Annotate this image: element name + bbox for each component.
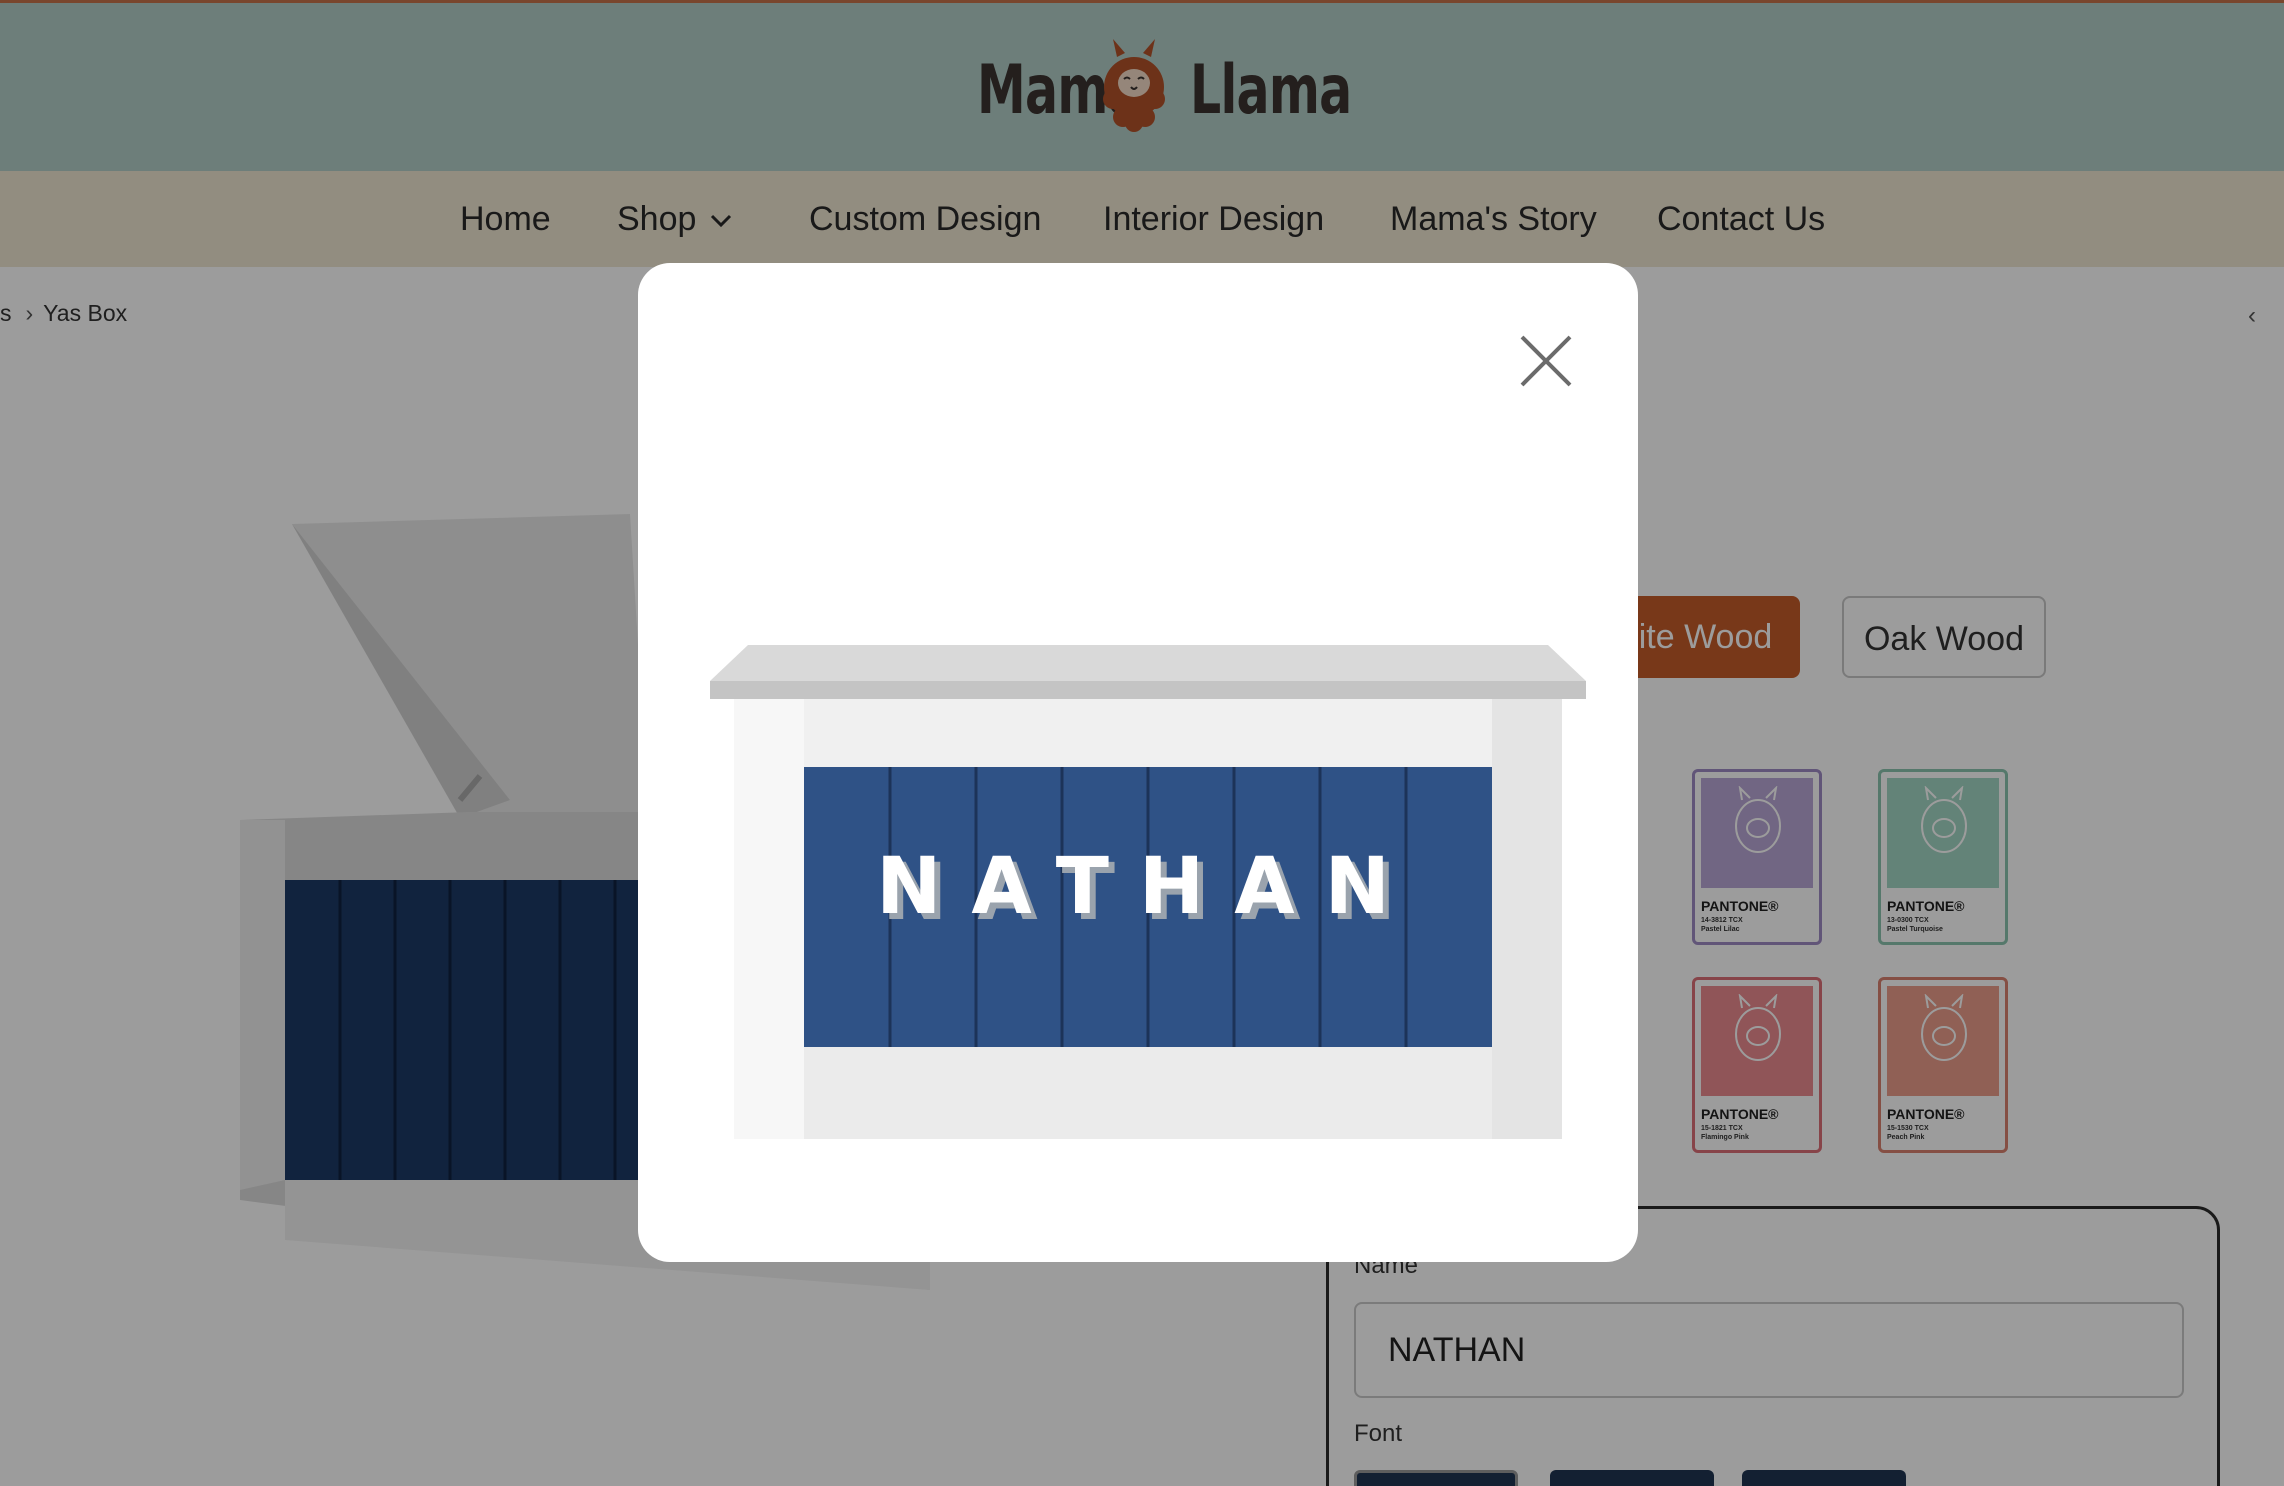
image-preview-modal: NATHAN NATHAN bbox=[638, 263, 1638, 1262]
svg-text:NATHAN: NATHAN bbox=[876, 842, 1420, 932]
close-icon[interactable] bbox=[1514, 329, 1578, 393]
preview-name-text: NATHAN NATHAN bbox=[876, 842, 1420, 938]
personalized-box-preview: NATHAN NATHAN bbox=[710, 645, 1586, 1139]
